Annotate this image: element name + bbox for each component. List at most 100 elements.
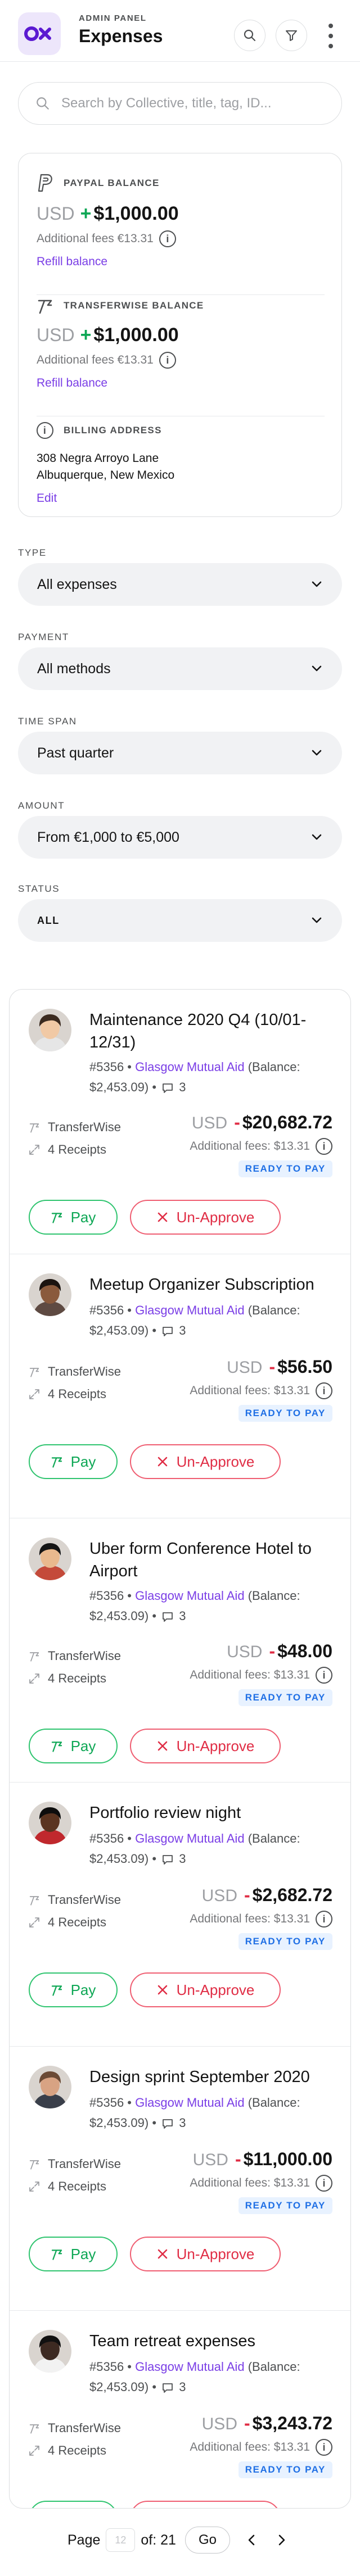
more-options-button[interactable]	[325, 20, 336, 52]
go-button[interactable]: Go	[184, 2527, 230, 2554]
expense-title[interactable]: Design sprint September 2020	[89, 2066, 337, 2088]
pay-button[interactable]: Pay	[29, 1200, 118, 1235]
submitter-avatar[interactable]	[29, 1538, 71, 1580]
collective-link[interactable]: Glasgow Mutual Aid	[135, 1303, 244, 1317]
transferwise-icon	[51, 1213, 62, 1223]
page-number-input[interactable]: 12	[106, 2528, 136, 2552]
expense-meta: #5356 • Glasgow Mutual Aid (Balance: $2,…	[89, 1831, 300, 1866]
expense-item[interactable]: Uber form Conference Hotel to Airport #5…	[10, 1518, 350, 1782]
balance-prefix: (Balance:	[248, 1303, 300, 1317]
unapprove-button[interactable]: Un-Approve	[130, 1729, 281, 1763]
collective-link[interactable]: Glasgow Mutual Aid	[135, 2360, 244, 2374]
info-icon[interactable]: i	[316, 1138, 332, 1155]
search-input[interactable]: Search by Collective, title, tag, ID...	[18, 82, 342, 125]
expense-id: #5356	[89, 2096, 124, 2110]
filter-amount-select[interactable]: From €1,000 to €5,000	[18, 816, 342, 859]
expense-item[interactable]: Meetup Organizer Subscription #5356 • Gl…	[10, 1254, 350, 1518]
expense-list: Maintenance 2020 Q4 (10/01-12/31) #5356 …	[9, 989, 351, 2509]
page-count: of: 21	[141, 2532, 176, 2548]
payout-method-label: TransferWise	[48, 1120, 121, 1134]
collective-link[interactable]: Glasgow Mutual Aid	[135, 1589, 244, 1603]
close-icon	[158, 1457, 167, 1467]
submitter-avatar[interactable]	[29, 2330, 71, 2373]
filter-button[interactable]	[276, 20, 307, 51]
dot-icon	[328, 44, 333, 48]
expense-item[interactable]: Portfolio review night #5356 • Glasgow M…	[10, 1782, 350, 2046]
edit-address-link[interactable]: Edit	[37, 492, 325, 505]
filter-type-select[interactable]: All expenses	[18, 563, 342, 606]
search-placeholder: Search by Collective, title, tag, ID...	[61, 96, 272, 111]
payout-method: TransferWise	[29, 1649, 121, 1663]
submitter-avatar[interactable]	[29, 1273, 71, 1316]
expense-item[interactable]: Design sprint September 2020 #5356 • Gla…	[10, 2046, 350, 2310]
unapprove-button[interactable]: Un-Approve	[130, 1200, 281, 1235]
refill-balance-link[interactable]: Refill balance	[37, 377, 325, 390]
pay-button[interactable]: Pay	[29, 1729, 118, 1763]
expense-title[interactable]: Uber form Conference Hotel to Airport	[89, 1538, 337, 1582]
expense-title[interactable]: Maintenance 2020 Q4 (10/01-12/31)	[89, 1009, 337, 1054]
transferwise-balance: TRANSFERWISE BALANCE USD + $1,000.00 Add…	[37, 297, 325, 390]
expense-item[interactable]: Team retreat expenses #5356 • Glasgow Mu…	[10, 2310, 350, 2508]
info-icon[interactable]: i	[316, 1911, 332, 1928]
next-page-button[interactable]	[273, 2529, 291, 2551]
previous-page-button[interactable]	[242, 2529, 260, 2551]
chevron-left-icon	[248, 2534, 255, 2546]
expense-title[interactable]: Team retreat expenses	[89, 2330, 337, 2352]
collective-link[interactable]: Glasgow Mutual Aid	[135, 2096, 244, 2110]
amount-sign: -	[244, 2413, 250, 2433]
additional-fees: Additional fees: $13.31	[190, 1384, 310, 1397]
expense-title[interactable]: Meetup Organizer Subscription	[89, 1273, 337, 1296]
unapprove-button[interactable]: Un-Approve	[130, 1972, 281, 2007]
expense-title[interactable]: Portfolio review night	[89, 1802, 337, 1824]
transferwise-icon	[29, 2160, 39, 2170]
receipts-link[interactable]: 4 Receipts	[29, 1387, 106, 1402]
filter-status-select[interactable]: ALL	[18, 899, 342, 942]
divider	[37, 294, 325, 295]
filter-timespan-select[interactable]: Past quarter	[18, 732, 342, 774]
info-icon[interactable]: i	[316, 1382, 332, 1399]
info-icon[interactable]: i	[316, 2175, 332, 2192]
unapprove-button[interactable]: Un-Approve	[130, 2237, 281, 2271]
receipts-link[interactable]: 4 Receipts	[29, 2179, 106, 2194]
expand-icon	[29, 1674, 39, 1684]
info-icon[interactable]: i	[159, 352, 176, 369]
pay-button[interactable]: Pay	[29, 2501, 118, 2508]
pay-button[interactable]: Pay	[29, 1444, 118, 1479]
billing-label: BILLING ADDRESS	[64, 425, 162, 436]
chevron-down-icon	[312, 665, 322, 672]
refill-balance-link[interactable]: Refill balance	[37, 255, 325, 269]
info-icon[interactable]: i	[159, 230, 176, 247]
collective-balance: $2,453.09)	[89, 2116, 149, 2130]
opencollective-logo[interactable]	[18, 12, 61, 55]
collective-link[interactable]: Glasgow Mutual Aid	[135, 1831, 244, 1845]
chevron-down-icon	[312, 834, 322, 840]
submitter-avatar[interactable]	[29, 2066, 71, 2108]
receipts-link[interactable]: 4 Receipts	[29, 1915, 106, 1930]
receipts-link[interactable]: 4 Receipts	[29, 1671, 106, 1686]
chevron-down-icon	[312, 750, 322, 756]
collective-link[interactable]: Glasgow Mutual Aid	[135, 1060, 244, 1074]
comment-count: 3	[179, 2380, 186, 2394]
amount-sign: -	[269, 1641, 276, 1661]
payout-method-label: TransferWise	[48, 1893, 121, 1907]
transferwise-icon	[51, 1457, 62, 1468]
submitter-avatar[interactable]	[29, 1802, 71, 1844]
submitter-avatar[interactable]	[29, 1009, 71, 1051]
unapprove-button[interactable]: Un-Approve	[130, 1444, 281, 1479]
receipts-link[interactable]: 4 Receipts	[29, 1142, 106, 1157]
info-icon[interactable]: i	[316, 2439, 332, 2456]
receipts-link[interactable]: 4 Receipts	[29, 2443, 106, 2458]
close-icon	[158, 1985, 167, 1995]
unapprove-button[interactable]: Un-Approve	[130, 2501, 281, 2508]
filter-payment-select[interactable]: All methods	[18, 647, 342, 690]
pay-button[interactable]: Pay	[29, 2237, 118, 2271]
filter-type-label: TYPE	[18, 547, 47, 558]
pay-button[interactable]: Pay	[29, 1972, 118, 2007]
expense-item[interactable]: Maintenance 2020 Q4 (10/01-12/31) #5356 …	[10, 990, 350, 1254]
filter-icon	[286, 30, 297, 41]
filter-amount-value: From €1,000 to €5,000	[37, 829, 179, 845]
search-button[interactable]	[234, 20, 266, 51]
filter-timespan-label: TIME SPAN	[18, 716, 77, 727]
info-icon[interactable]: i	[316, 1667, 332, 1684]
chevron-down-icon	[312, 581, 322, 587]
